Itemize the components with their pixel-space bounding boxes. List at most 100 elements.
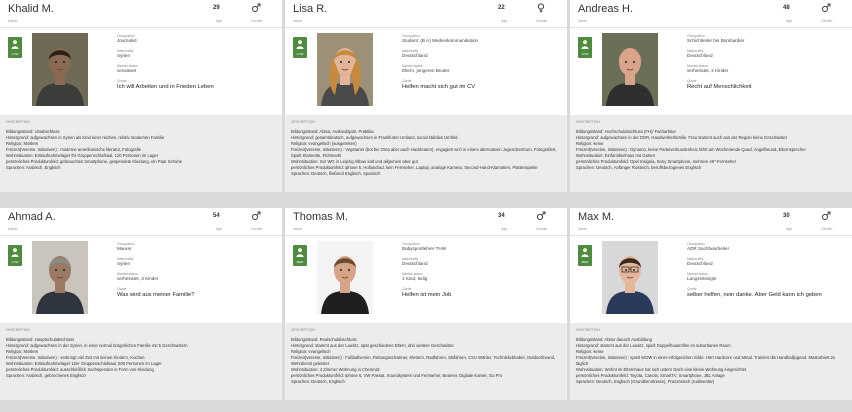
persona-photo [602, 33, 658, 106]
description-caption: DESCRIPTION [291, 328, 315, 332]
badge-label: MED [581, 260, 589, 264]
description-panel: DESCRIPTION Bildungsstand: Uniabschluss H… [0, 115, 282, 192]
description-caption: DESCRIPTION [576, 120, 600, 124]
card-profile: MED Occupation Babysportlehrer THW Natio… [285, 236, 567, 323]
description-line: Sprachen: Deutsch, fließend Englisch, Sp… [291, 171, 381, 176]
age-caption: Age [501, 19, 508, 23]
male-icon [251, 3, 261, 13]
persona-details: Occupation Babysportlehrer THW Nationali… [402, 242, 562, 299]
male-icon [251, 211, 261, 221]
description-line: Sprachen: Arabisch, Englisch [6, 165, 61, 170]
portrait-image [32, 241, 88, 314]
marital-value: Langzeitsingle [687, 276, 717, 281]
age-caption: Age [501, 227, 508, 231]
nationality-value: Deutschland [687, 53, 713, 58]
marital-value: verheiratet, 3 Kinder [117, 276, 159, 281]
portrait-image [317, 33, 373, 106]
persona-card-3: Andreas H. Name 48 Age Gender LOW Occupa… [570, 0, 852, 192]
badge-label: LOW [11, 260, 19, 264]
persona-photo [32, 33, 88, 106]
persona-photo [602, 241, 658, 314]
persona-photo [32, 241, 88, 314]
portrait-image [317, 241, 373, 314]
persona-card-4: Ahmad A. Name 54 Age Gender LOW Occupati… [0, 208, 282, 400]
card-header: Max M. Name 30 Age Gender [570, 208, 852, 236]
persona-details: Occupation Schichtleiter bei Bombardier … [687, 34, 847, 91]
description-lines: Bildungsstand: Abitur danach Ausbildung H… [576, 337, 846, 385]
name-caption: Name [8, 19, 18, 23]
occupation-value: Maurer [117, 246, 132, 251]
description-caption: DESCRIPTION [6, 120, 30, 124]
badge-label: LOW [11, 52, 19, 56]
marital-value: Eltern, jüngeren Bruder [402, 68, 450, 73]
name-caption: Name [578, 19, 588, 23]
persona-details: Occupation Journalist Nationality Syrien… [117, 34, 277, 91]
gender-caption: Gender [536, 227, 548, 231]
persona-age: 22 [498, 5, 505, 11]
persona-card-1: Khalid M. Name 29 Age Gender LOW Occupat… [0, 0, 282, 192]
risk-badge: MED [578, 245, 592, 266]
badge-label: MED [296, 260, 304, 264]
persona-card-6: Max M. Name 30 Age Gender MED Occupation… [570, 208, 852, 400]
occupation-value: ADR Sachbearbeiter [687, 246, 730, 251]
portrait-image [32, 33, 88, 106]
persona-quote: selber helfen, nein danke. Aber Geld kan… [687, 292, 822, 298]
age-caption: Age [216, 19, 223, 23]
description-line: Freizeit(Vereine, Initiativen) : spielt … [576, 355, 836, 360]
persona-details: Occupation Student: (B.A) Medienkommunik… [402, 34, 562, 91]
male-icon [536, 211, 546, 221]
persona-name: Khalid M. [8, 3, 54, 15]
card-header: Andreas H. Name 48 Age Gender [570, 0, 852, 28]
person-icon [11, 248, 19, 257]
gender-caption: Gender [536, 19, 548, 23]
description-lines: Bildungsstand: Hochschulabschluss (FH)/ … [576, 129, 846, 171]
persona-card-2: Lisa R. Name 22 Age Gender LOW Occupatio… [285, 0, 567, 192]
gender-caption: Gender [251, 227, 263, 231]
name-caption: Name [8, 227, 18, 231]
description-panel: DESCRIPTION Bildungsstand: Abitur, Ausla… [285, 115, 567, 192]
nationality-value: Deutschland [402, 53, 428, 58]
name-caption: Name [293, 19, 303, 23]
age-caption: Age [786, 227, 793, 231]
risk-badge: LOW [578, 37, 592, 58]
gender-caption: Gender [251, 19, 263, 23]
portrait-image [602, 241, 658, 314]
description-lines: Bildungsstand: Realschulabschluss Hinterg… [291, 337, 561, 385]
description-panel: DESCRIPTION Bildungsstand: Hochschulabsc… [570, 115, 852, 192]
persona-name: Lisa R. [293, 3, 328, 15]
persona-quote: Recht auf Menschlichkeit [687, 84, 752, 90]
male-icon [821, 3, 831, 13]
description-line: Sprachen: Deutsch, Englisch (Grundkenntn… [576, 379, 715, 384]
occupation-value: Babysportlehrer THW [402, 246, 447, 251]
description-caption: DESCRIPTION [576, 328, 600, 332]
card-profile: LOW Occupation Journalist Nationality Sy… [0, 28, 282, 115]
description-line: Freizeit(Vereine, Initiativen) : Fußball… [291, 355, 556, 360]
description-line: Sprachen: Deutsch, Englisch [291, 379, 345, 384]
male-icon [821, 211, 831, 221]
description-panel: DESCRIPTION Bildungsstand: Hauptschulabs… [0, 323, 282, 400]
badge-label: LOW [296, 52, 304, 56]
description-lines: Bildungsstand: Abitur, Auslandsjahr, Pra… [291, 129, 561, 177]
age-caption: Age [216, 227, 223, 231]
female-icon [537, 3, 545, 13]
age-caption: Age [786, 19, 793, 23]
risk-badge: MED [293, 245, 307, 266]
persona-quote: Helfen macht sich gut im CV [402, 84, 476, 90]
occupation-value: Student: (B.A) Medienkommunikation [402, 38, 479, 43]
description-line: Sprachen: Arabisch, gebrochenes Englisch [6, 373, 86, 378]
portrait-image [602, 33, 658, 106]
description-caption: DESCRIPTION [6, 328, 30, 332]
card-header: Lisa R. Name 22 Age Gender [285, 0, 567, 28]
marital-value: verwitwet [117, 68, 137, 73]
persona-details: Occupation Maurer Nationality Syrien Mar… [117, 242, 277, 299]
risk-badge: LOW [8, 245, 22, 266]
nationality-value: Deutschland [687, 261, 713, 266]
gender-caption: Gender [821, 19, 833, 23]
persona-quote: Was wird aus meiner Familie? [117, 292, 195, 298]
nationality-value: Syrien [117, 261, 131, 266]
card-profile: LOW Occupation Schichtleiter bei Bombard… [570, 28, 852, 115]
badge-label: LOW [581, 52, 589, 56]
risk-badge: LOW [8, 37, 22, 58]
persona-age: 34 [498, 213, 505, 219]
card-profile: LOW Occupation Maurer Nationality Syrien… [0, 236, 282, 323]
